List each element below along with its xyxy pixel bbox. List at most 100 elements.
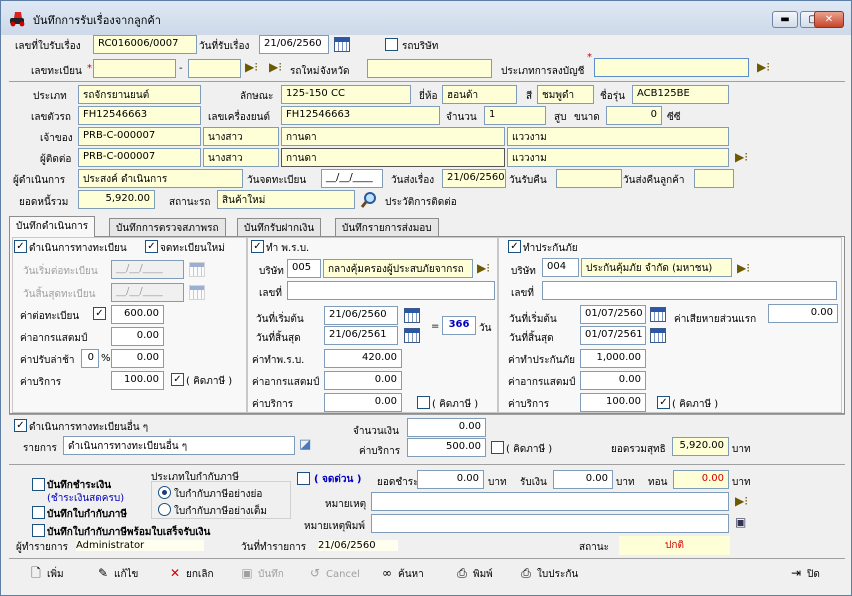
payment-link[interactable]: (ชำระเงินสดครบ) bbox=[47, 491, 124, 506]
ins-premium-field[interactable]: 1,000.00 bbox=[580, 349, 646, 368]
cmi-company-name-field[interactable]: กลางคุ้มครองผู้ประสบภัยจากรถ bbox=[323, 259, 473, 278]
close-window-button[interactable]: ✕ bbox=[814, 11, 844, 28]
engine-field[interactable]: FH12546663 bbox=[281, 106, 440, 125]
cmi-end-field[interactable]: 21/06/2561 bbox=[324, 326, 398, 345]
close-button[interactable]: ⇥ ปิด bbox=[788, 562, 820, 586]
other-amount-field[interactable]: 0.00 bbox=[407, 418, 486, 437]
contact-picker-icon[interactable]: ▶⁝ bbox=[735, 151, 752, 165]
new-car-picker-icon[interactable]: ▶⁝ bbox=[269, 61, 286, 75]
other-item-field[interactable]: ดำเนินการทางทะเบียนอื่น ๆ bbox=[63, 436, 295, 455]
tab-deposit[interactable]: บันทึกรับฝากเงิน bbox=[237, 218, 322, 236]
save-button[interactable]: ▣ บันทึก bbox=[239, 562, 284, 586]
chassis-field[interactable]: FH12546663 bbox=[78, 106, 201, 125]
picker-icon[interactable]: ▶⁝ bbox=[245, 61, 262, 75]
owner-last-field[interactable]: แววงาม bbox=[507, 127, 729, 146]
reg-tax-checkbox[interactable]: ✓ bbox=[171, 373, 184, 386]
print-note-edit-icon[interactable]: ▣ bbox=[735, 515, 746, 529]
received-field[interactable]: 0.00 bbox=[553, 470, 613, 489]
reg-fee-checkbox[interactable]: ✓ bbox=[93, 307, 106, 320]
return-field[interactable] bbox=[556, 169, 622, 188]
cmi-company-picker-icon[interactable]: ▶⁝ bbox=[477, 262, 494, 276]
reg-part1-field[interactable] bbox=[93, 59, 176, 78]
other-tax-checkbox[interactable] bbox=[491, 441, 504, 454]
ins-company-picker-icon[interactable]: ▶⁝ bbox=[737, 262, 754, 276]
company-car-checkbox[interactable] bbox=[385, 38, 398, 51]
ins-company-name-field[interactable]: ประกันคุ้มภัย จำกัด (มหาชน) bbox=[581, 258, 732, 277]
calendar-icon[interactable] bbox=[650, 307, 666, 322]
tax-short-radio[interactable] bbox=[158, 486, 171, 499]
contact-first-field[interactable]: กานดา bbox=[281, 148, 505, 167]
ins-tax-checkbox[interactable]: ✓ bbox=[657, 396, 670, 409]
registration-checkbox[interactable]: ✓ bbox=[14, 240, 27, 253]
style-field[interactable]: 125-150 CC bbox=[281, 85, 411, 104]
cancel-document-button[interactable]: ✕ ยกเลิก bbox=[167, 562, 214, 586]
calendar-icon[interactable] bbox=[334, 37, 350, 52]
ins-start-field[interactable]: 01/07/2560 bbox=[580, 305, 646, 324]
cmi-company-code-field[interactable]: 005 bbox=[287, 259, 321, 278]
new-reg-checkbox[interactable]: ✓ bbox=[145, 240, 158, 253]
regdate-field[interactable]: __/__/____ bbox=[321, 169, 383, 188]
reg-stamp-field[interactable]: 0.00 bbox=[111, 327, 164, 346]
ins-company-code-field[interactable]: 004 bbox=[542, 258, 579, 277]
history-label[interactable]: ประวัติการติดต่อ bbox=[385, 195, 457, 210]
calendar-icon[interactable] bbox=[404, 328, 420, 343]
ins-no-field[interactable] bbox=[542, 281, 837, 300]
renew-start-field[interactable]: __/__/____ bbox=[111, 260, 184, 279]
search-button[interactable]: ∞ ค้นหา bbox=[379, 562, 424, 586]
province-field[interactable] bbox=[367, 59, 492, 78]
insurance-checkbox[interactable]: ✓ bbox=[508, 240, 521, 253]
note-field[interactable] bbox=[371, 492, 729, 511]
size-field[interactable]: 0 bbox=[606, 106, 662, 125]
fine-pct-field[interactable]: 0 bbox=[81, 349, 99, 368]
print-note-field[interactable] bbox=[371, 514, 729, 533]
type-field[interactable]: รถจักรยานยนต์ bbox=[78, 85, 201, 104]
owner-title-field[interactable]: นางสาว bbox=[203, 127, 279, 146]
receipt-no-field[interactable]: RC016006/0007 bbox=[93, 35, 197, 54]
contact-title-field[interactable]: นางสาว bbox=[203, 148, 279, 167]
cmi-tax-checkbox[interactable] bbox=[417, 396, 430, 409]
cmi-premium-field[interactable]: 420.00 bbox=[324, 349, 402, 368]
brand-field[interactable]: ฮอนด้า bbox=[442, 85, 517, 104]
owner-first-field[interactable]: กานดา bbox=[281, 127, 505, 146]
other-reg-checkbox[interactable]: ✓ bbox=[14, 419, 27, 432]
operator-field[interactable]: ประสงค์ ดำเนินการ bbox=[78, 169, 243, 188]
contact-id-field[interactable]: PRB-C-000007 bbox=[78, 148, 201, 167]
cancel-button[interactable]: ↺ Cancel bbox=[307, 562, 360, 586]
reg-part2-field[interactable] bbox=[188, 59, 241, 78]
owner-id-field[interactable]: PRB-C-000007 bbox=[78, 127, 201, 146]
calendar-icon[interactable] bbox=[650, 328, 666, 343]
search-icon[interactable] bbox=[360, 191, 378, 209]
cmi-start-field[interactable]: 21/06/2560 bbox=[324, 306, 398, 325]
contact-last-field[interactable]: แววงาม bbox=[507, 148, 729, 167]
send-field[interactable]: 21/06/2560 bbox=[442, 169, 506, 188]
tab-delivery[interactable]: บันทึกรายการส่งมอบ bbox=[335, 218, 439, 236]
edit-note-icon[interactable]: ◪ bbox=[299, 437, 311, 452]
ins-deduct-field[interactable]: 0.00 bbox=[768, 304, 838, 323]
payment-checkbox[interactable] bbox=[32, 478, 45, 491]
reg-service-field[interactable]: 100.00 bbox=[111, 371, 164, 390]
tax-full-radio[interactable] bbox=[158, 503, 171, 516]
receipt-date-field[interactable]: 21/06/2560 bbox=[259, 35, 329, 54]
color-field[interactable]: ชมพูดำ bbox=[537, 85, 594, 104]
print-button[interactable]: ⎙ พิมพ์ bbox=[454, 562, 493, 586]
reg-fee-field[interactable]: 600.00 bbox=[111, 305, 164, 324]
note-picker-icon[interactable]: ▶⁝ bbox=[735, 495, 752, 509]
fine-field[interactable]: 0.00 bbox=[111, 349, 164, 368]
due-field[interactable]: 0.00 bbox=[417, 470, 484, 489]
cmi-checkbox[interactable]: ✓ bbox=[251, 240, 264, 253]
invoice-receipt-checkbox[interactable] bbox=[32, 524, 45, 537]
tab-inspection[interactable]: บันทึกการตรวจสภาพรถ bbox=[109, 218, 226, 236]
invoice-checkbox[interactable] bbox=[32, 506, 45, 519]
cmi-no-field[interactable] bbox=[287, 281, 495, 300]
edit-button[interactable]: ✎ แก้ไข bbox=[95, 562, 138, 586]
model-field[interactable]: ACB125BE bbox=[632, 85, 729, 104]
qty-field[interactable]: 1 bbox=[484, 106, 546, 125]
account-type-picker-icon[interactable]: ▶⁝ bbox=[757, 61, 774, 75]
renew-end-field[interactable]: __/__/____ bbox=[111, 283, 184, 302]
tab-operations[interactable]: บันทึกดำเนินการ bbox=[9, 216, 96, 237]
status-field[interactable]: สินค้าใหม่ bbox=[217, 190, 355, 209]
calendar-icon[interactable] bbox=[404, 308, 420, 323]
add-button[interactable]: 🗋 เพิ่ม bbox=[28, 562, 63, 586]
cmi-stamp-field[interactable]: 0.00 bbox=[324, 371, 402, 390]
ins-end-field[interactable]: 01/07/2561 bbox=[580, 326, 646, 345]
